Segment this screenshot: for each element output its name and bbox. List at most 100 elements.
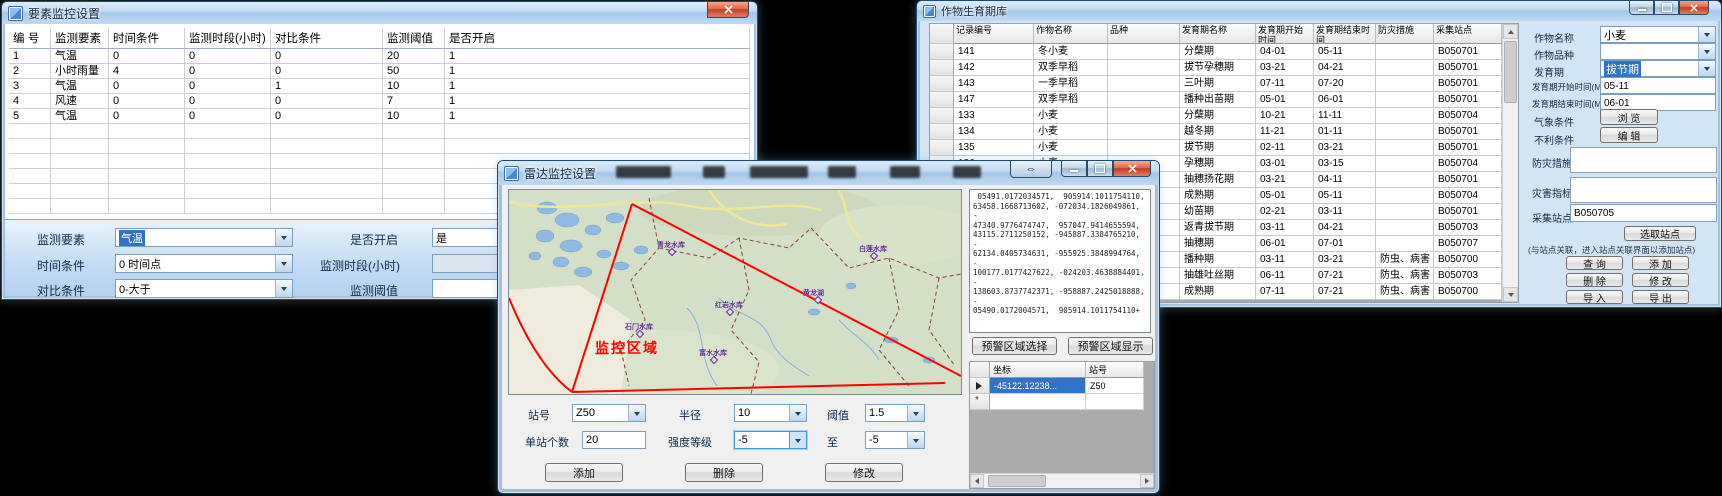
dropdown-button[interactable] (907, 432, 924, 448)
table-row[interactable]: 135小麦拔节期02-1103-21B050701 (930, 140, 1518, 156)
stage-start-field[interactable]: 05-11 (1600, 77, 1716, 94)
table-row[interactable]: 3气温001101 (9, 79, 750, 94)
column-header[interactable]: 发育期结束时间 (1314, 24, 1376, 44)
radius-combo[interactable]: 10 (734, 404, 807, 422)
column-header[interactable]: 监测阈值 (383, 28, 445, 49)
column-header[interactable]: 作物名称 (1034, 24, 1108, 44)
maximize-button[interactable] (1087, 161, 1113, 177)
column-header[interactable]: 监测要素 (51, 28, 109, 49)
cell[interactable]: Z50 (1086, 378, 1144, 394)
scroll-down-button[interactable] (1503, 287, 1518, 302)
dropdown-button[interactable] (275, 229, 292, 246)
measures-textarea[interactable] (1570, 147, 1717, 173)
delete-button[interactable]: 删 除 (1566, 273, 1623, 287)
vertical-scrollbar[interactable] (1502, 24, 1518, 302)
minimize-button[interactable] (1629, 1, 1654, 15)
row-header[interactable] (930, 124, 954, 140)
table-row[interactable]: 141冬小麦分蘖期04-0105-11B050701 (930, 44, 1518, 60)
dropdown-button[interactable] (1698, 44, 1715, 59)
row-header[interactable] (930, 44, 954, 60)
map-view[interactable]: 监控区域 青龙水库红岩水库石门水库富水水库白莲水库黄龙湖 (508, 189, 962, 395)
dropdown-button[interactable] (1698, 61, 1715, 76)
threshold-combo[interactable]: 1.5 (865, 404, 925, 422)
column-header[interactable]: 是否开启 (445, 28, 750, 49)
scroll-left-button[interactable] (970, 474, 984, 488)
row-header[interactable] (930, 76, 954, 92)
row-header[interactable]: * (970, 394, 990, 410)
titlebar[interactable]: 作物生育期库 (917, 1, 1721, 21)
table-row[interactable]: 1气温000201 (9, 49, 750, 64)
row-header[interactable] (930, 60, 954, 76)
indicator-textarea[interactable] (1570, 177, 1717, 203)
table-row[interactable]: 2小时雨量400501 (9, 64, 750, 79)
variety-combo[interactable] (1600, 43, 1716, 60)
close-button[interactable] (1679, 1, 1709, 15)
dropdown-button[interactable] (628, 405, 645, 421)
table-row[interactable]: 147双季早稻播种出苗期05-0106-01B050701 (930, 92, 1518, 108)
dropdown-button[interactable] (275, 255, 292, 272)
cell[interactable]: -45122.12238... (990, 378, 1086, 394)
station-no-combo[interactable]: Z50 (572, 404, 646, 422)
table-row[interactable]: 5气温000101 (9, 109, 750, 124)
warning-area-grid[interactable]: 坐标 站号 -45122.12238... Z50 * (969, 361, 1155, 489)
table-row[interactable]: 142双季早稻拔节孕穗期03-2104-21B050701 (930, 60, 1518, 76)
column-header[interactable]: 发育期名称 (1180, 24, 1256, 44)
level-combo[interactable]: -5 (734, 431, 807, 449)
count-field[interactable]: 20 (582, 431, 646, 449)
edit-button[interactable]: 编 辑 (1600, 127, 1658, 143)
export-button[interactable]: 导 出 (1632, 290, 1689, 304)
scrollbar-thumb[interactable] (988, 475, 1046, 487)
scroll-up-button[interactable] (1503, 24, 1518, 39)
column-header[interactable]: 时间条件 (109, 28, 185, 49)
column-header[interactable]: 记录编号 (954, 24, 1034, 44)
dock-toggle-button[interactable]: ⇔ (1010, 161, 1052, 178)
stage-combo[interactable]: 拔节期 (1600, 60, 1716, 77)
modify-button[interactable]: 修改 (825, 463, 903, 482)
dropdown-button[interactable] (789, 405, 806, 421)
column-header[interactable]: 品种 (1108, 24, 1180, 44)
table-row[interactable]: -45122.12238... Z50 (970, 378, 1154, 394)
column-header[interactable]: 对比条件 (271, 28, 383, 49)
dropdown-button[interactable] (907, 405, 924, 421)
row-header[interactable] (930, 108, 954, 124)
delete-button[interactable]: 删除 (685, 463, 763, 482)
browse-button[interactable]: 浏 览 (1600, 109, 1658, 125)
close-button[interactable] (1113, 161, 1151, 177)
add-button[interactable]: 添加 (545, 463, 623, 482)
table-row[interactable]: 134小麦越冬期11-2101-11B050701 (930, 124, 1518, 140)
table-row[interactable]: * (970, 394, 1154, 410)
minimize-button[interactable] (1061, 161, 1087, 177)
cell[interactable] (1086, 394, 1144, 410)
column-header[interactable]: 采集站点 (1434, 24, 1502, 44)
column-header[interactable]: 防灾措施 (1376, 24, 1434, 44)
dropdown-button[interactable] (275, 280, 292, 297)
scroll-right-button[interactable] (1140, 474, 1154, 488)
column-header[interactable]: 监测时段(小时) (185, 28, 271, 49)
dropdown-button[interactable] (1698, 27, 1715, 42)
modify-button[interactable]: 修 改 (1632, 273, 1689, 287)
warning-area-select-button[interactable]: 预警区域选择 (972, 337, 1057, 355)
scrollbar-thumb[interactable] (1504, 41, 1517, 103)
close-button[interactable] (707, 2, 749, 18)
crop-name-combo[interactable]: 小麦 (1600, 26, 1716, 43)
compare-condition-combo[interactable]: 0-大于 (115, 279, 293, 298)
column-header[interactable]: 站号 (1086, 362, 1144, 378)
row-header[interactable] (930, 140, 954, 156)
column-header[interactable]: 发育期开始时间 (1256, 24, 1314, 44)
element-combo[interactable]: 气温 (115, 228, 293, 247)
table-row[interactable]: 4风速00071 (9, 94, 750, 109)
table-row[interactable]: 143一季早稻三叶期07-1107-20B050701 (930, 76, 1518, 92)
titlebar[interactable]: 要素监控设置 (2, 2, 757, 24)
warning-area-show-button[interactable]: 预警区域显示 (1068, 337, 1153, 355)
cell[interactable] (990, 394, 1086, 410)
column-header[interactable]: 编 号 (9, 28, 51, 49)
table-row[interactable] (9, 139, 750, 154)
horizontal-scrollbar[interactable] (970, 473, 1154, 488)
coordinates-textarea[interactable]: 05491.0172034571, 905914.1011754110, 634… (969, 189, 1151, 333)
row-header[interactable] (970, 378, 990, 394)
table-row[interactable] (9, 124, 750, 139)
dropdown-button[interactable] (789, 432, 806, 448)
query-button[interactable]: 查 询 (1566, 256, 1623, 270)
to-combo[interactable]: -5 (865, 431, 925, 449)
column-header[interactable]: 坐标 (990, 362, 1086, 378)
